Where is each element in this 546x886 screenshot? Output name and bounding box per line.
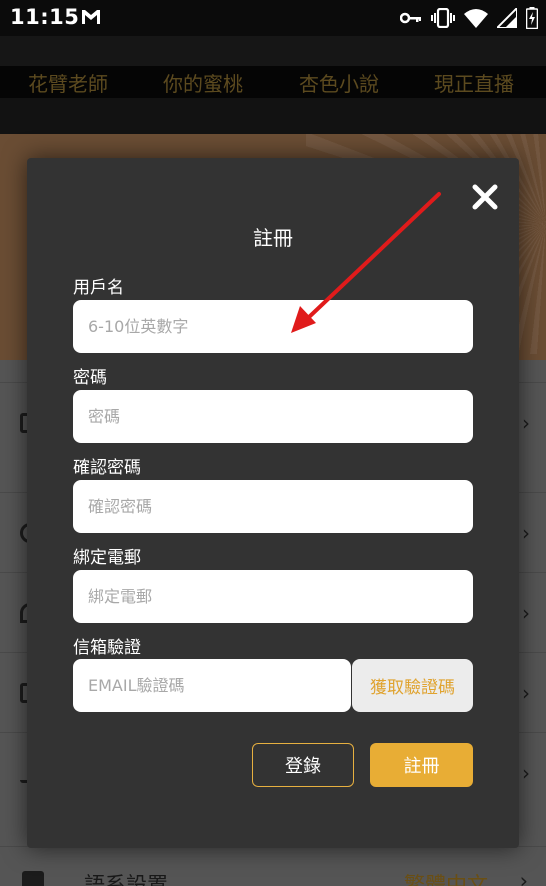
close-icon[interactable] <box>470 182 500 212</box>
top-nav: 花臂老師 你的蜜桃 杏色小說 現正直播 <box>0 66 546 98</box>
bind-email-input[interactable] <box>73 570 473 623</box>
login-button[interactable]: 登錄 <box>252 743 354 787</box>
username-label: 用戶名 <box>73 278 124 298</box>
confirm-password-input[interactable] <box>73 480 473 533</box>
register-button[interactable]: 註冊 <box>370 743 473 787</box>
chevron-right-icon: › <box>522 521 530 545</box>
bind-email-label: 綁定電郵 <box>73 548 141 568</box>
language-value: 繁體中文 <box>404 873 488 886</box>
nav-item-3[interactable]: 杏色小說 <box>299 68 379 97</box>
chevron-right-icon: › <box>522 411 530 435</box>
gmail-icon <box>80 7 102 27</box>
password-input[interactable] <box>73 390 473 443</box>
dialog-title: 註冊 <box>253 226 293 250</box>
clipboard-icon <box>22 871 44 886</box>
chevron-right-icon: › <box>522 761 530 785</box>
vibrate-icon <box>431 8 455 28</box>
nav-item-2[interactable]: 你的蜜桃 <box>163 68 243 97</box>
chevron-right-icon: › <box>522 601 530 625</box>
get-verification-code-button[interactable]: 獲取驗證碼 <box>352 659 473 712</box>
signal-icon <box>497 8 517 28</box>
key-icon <box>400 11 422 25</box>
chevron-right-icon: › <box>522 681 530 705</box>
wifi-icon <box>464 8 488 28</box>
nav-item-1[interactable]: 花臂老師 <box>28 68 108 97</box>
status-bar: 11:15 <box>0 0 546 36</box>
register-dialog: 註冊 用戶名 密碼 確認密碼 綁定電郵 信箱驗證 獲取驗證碼 登錄 註冊 <box>27 158 519 848</box>
battery-charging-icon <box>526 7 538 29</box>
email-code-input[interactable] <box>73 659 351 712</box>
status-time: 11:15 <box>10 5 80 29</box>
app-bar <box>0 36 546 66</box>
nav-item-4[interactable]: 現正直播 <box>434 68 514 97</box>
language-label: 語系設置 <box>84 873 168 886</box>
language-setting-row[interactable]: 語系設置 繁體中文 › <box>0 846 546 886</box>
username-input[interactable] <box>73 300 473 353</box>
email-verify-label: 信箱驗證 <box>73 638 141 658</box>
chevron-right-icon: › <box>519 869 528 886</box>
confirm-password-label: 確認密碼 <box>73 458 141 478</box>
sub-bar <box>0 98 546 134</box>
password-label: 密碼 <box>73 368 107 388</box>
